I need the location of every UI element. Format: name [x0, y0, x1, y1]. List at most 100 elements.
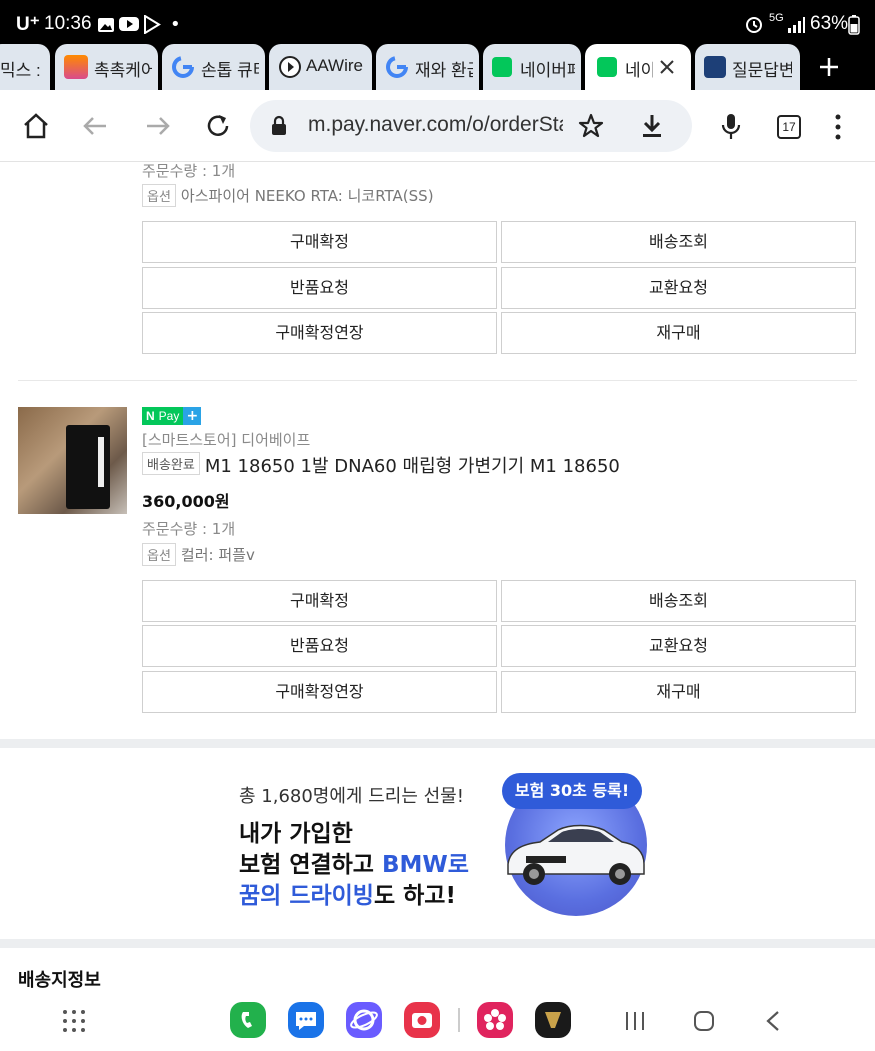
- menu-icon[interactable]: [834, 113, 842, 141]
- npay-label: Pay: [158, 407, 184, 425]
- order2-title[interactable]: M1 18650 1발 DNA60 매립형 가변기기 M1 18650: [205, 456, 620, 477]
- home-nav-icon[interactable]: [693, 1010, 715, 1032]
- npay-plus-badge: N Pay +: [142, 407, 202, 425]
- forward-icon[interactable]: [144, 114, 172, 138]
- order1-tracking-button[interactable]: 배송조회: [501, 221, 856, 263]
- order2-option: 컬러: 퍼플v: [180, 546, 255, 564]
- status-bar: U⁺ 10:36 • 5G 63%: [0, 0, 875, 50]
- camera-app-icon[interactable]: [404, 1002, 440, 1038]
- game-app-icon[interactable]: [535, 1002, 571, 1038]
- status-badge: 배송완료: [142, 452, 200, 475]
- tab-1[interactable]: 촉촉케어: [55, 44, 158, 90]
- banner-line4: 꿈의 드라이빙도 하고!: [239, 876, 456, 910]
- home-icon[interactable]: [22, 112, 50, 140]
- order1-quantity: 주문수량 : 1개: [142, 163, 236, 180]
- order1-confirm-button[interactable]: 구매확정: [142, 221, 497, 263]
- order1-return-button[interactable]: 반품요청: [142, 267, 497, 309]
- battery-icon: [848, 15, 860, 35]
- microphone-icon[interactable]: [720, 112, 742, 142]
- banner-line3: 보험 연결하고 BMW로: [239, 845, 469, 879]
- tab-strip: 믹스 : 촉촉케어 손톱 큐티 AAWire 재와 환급 네이버페 네이 질문답…: [0, 44, 875, 90]
- browser-toolbar: m.pay.naver.com/o/orderSta 17: [0, 90, 875, 162]
- banner-line4-accent: 꿈의 드라이빙: [239, 883, 374, 909]
- tab-3[interactable]: AAWire: [269, 44, 372, 90]
- play-store-notification-icon: [144, 15, 161, 34]
- tab-label: 손톱 큐티: [201, 61, 259, 80]
- product-image-highlight: [98, 437, 104, 487]
- download-icon[interactable]: [640, 113, 664, 139]
- tab-label: AAWire: [306, 56, 363, 75]
- npay-icon: [492, 57, 512, 77]
- system-nav-bar: [0, 990, 875, 1051]
- tab-label: 믹스 :: [0, 61, 40, 80]
- npay-icon: [597, 57, 617, 77]
- tab-7[interactable]: 질문답변: [695, 44, 800, 90]
- url-text[interactable]: m.pay.naver.com/o/orderSta: [308, 113, 563, 137]
- internet-app-icon[interactable]: [346, 1002, 382, 1038]
- tab-label: 재와 환급: [415, 61, 473, 80]
- messages-app-icon[interactable]: [288, 1002, 324, 1038]
- close-icon[interactable]: [659, 59, 675, 75]
- tab-label: 네이버페: [520, 61, 575, 80]
- dock-divider: [458, 1008, 460, 1032]
- order2-rebuy-button[interactable]: 재구매: [501, 671, 856, 713]
- tab-6-active[interactable]: 네이: [585, 44, 691, 90]
- section-separator: [0, 939, 875, 948]
- promo-banner[interactable]: 총 1,680명에게 드리는 선물! 내가 가입한 보험 연결하고 BMW로 꿈…: [0, 748, 875, 938]
- order2-quantity: 주문수량 : 1개: [142, 520, 236, 538]
- order2-title-row[interactable]: 배송완료 M1 18650 1발 DNA60 매립형 가변기기 M1 18650: [142, 452, 620, 478]
- banner-line1: 총 1,680명에게 드리는 선물!: [239, 786, 464, 807]
- order2-tracking-button[interactable]: 배송조회: [501, 580, 856, 622]
- lock-icon[interactable]: [270, 115, 288, 137]
- order1-extend-button[interactable]: 구매확정연장: [142, 312, 497, 354]
- order1-option: 아스파이어 NEEKO RTA: 니코RTA(SS): [180, 187, 434, 205]
- order-divider: [18, 380, 857, 381]
- tab-0[interactable]: 믹스 :: [0, 44, 50, 90]
- tab-2[interactable]: 손톱 큐티: [162, 44, 265, 90]
- new-tab-icon[interactable]: [818, 56, 840, 78]
- app-drawer-icon[interactable]: [62, 1009, 86, 1033]
- tab-count-button[interactable]: 17: [777, 115, 801, 139]
- banner-line4-text: 도 하고!: [373, 883, 456, 909]
- order2-option-row: 옵션 컬러: 퍼플v: [142, 543, 255, 566]
- order2-price: 360,000원: [142, 492, 230, 511]
- tab-label: 네이: [625, 61, 653, 80]
- gallery-app-icon[interactable]: [477, 1002, 513, 1038]
- npay-n-icon: N: [142, 407, 159, 425]
- signal-icon: [788, 17, 805, 33]
- alarm-icon: [746, 17, 762, 33]
- product-thumbnail[interactable]: [18, 407, 127, 514]
- banner-line3-text: 보험 연결하고: [239, 852, 382, 878]
- carrier-label: U⁺: [16, 14, 40, 35]
- bookmark-star-icon[interactable]: [578, 113, 604, 139]
- cafe-icon: [704, 56, 726, 78]
- tab-4[interactable]: 재와 환급: [376, 44, 479, 90]
- npay-plus-icon: +: [183, 407, 202, 425]
- section-title-shipping: 배송지정보: [18, 970, 101, 990]
- order2-extend-button[interactable]: 구매확정연장: [142, 671, 497, 713]
- tab-5[interactable]: 네이버페: [483, 44, 581, 90]
- back-icon[interactable]: [82, 114, 110, 138]
- more-notifications-dot: •: [170, 14, 181, 35]
- phone-app-icon[interactable]: [230, 1002, 266, 1038]
- back-nav-icon[interactable]: [764, 1010, 782, 1032]
- order2-return-button[interactable]: 반품요청: [142, 625, 497, 667]
- clock: 10:36: [44, 13, 92, 34]
- order1-exchange-button[interactable]: 교환요청: [501, 267, 856, 309]
- order2-exchange-button[interactable]: 교환요청: [501, 625, 856, 667]
- address-bar[interactable]: m.pay.naver.com/o/orderSta: [250, 100, 692, 152]
- section-separator: [0, 739, 875, 748]
- page-content: 주문수량 : 1개 옵션 아스파이어 NEEKO RTA: 니코RTA(SS) 구…: [0, 163, 875, 990]
- image-notification-icon: [98, 18, 114, 32]
- order2-store[interactable]: [스마트스토어] 디어베이프: [142, 429, 310, 450]
- recents-icon[interactable]: [624, 1010, 646, 1032]
- reload-icon[interactable]: [204, 112, 232, 140]
- banner-line2: 내가 가입한: [239, 821, 353, 847]
- option-badge: 옵션: [142, 184, 176, 207]
- order1-rebuy-button[interactable]: 재구매: [501, 312, 856, 354]
- battery-percent: 63%: [810, 13, 849, 34]
- play-icon: [279, 56, 301, 78]
- order2-confirm-button[interactable]: 구매확정: [142, 580, 497, 622]
- banner-cta-pill[interactable]: 보험 30초 등록!: [502, 773, 642, 809]
- youtube-notification-icon: [119, 17, 139, 31]
